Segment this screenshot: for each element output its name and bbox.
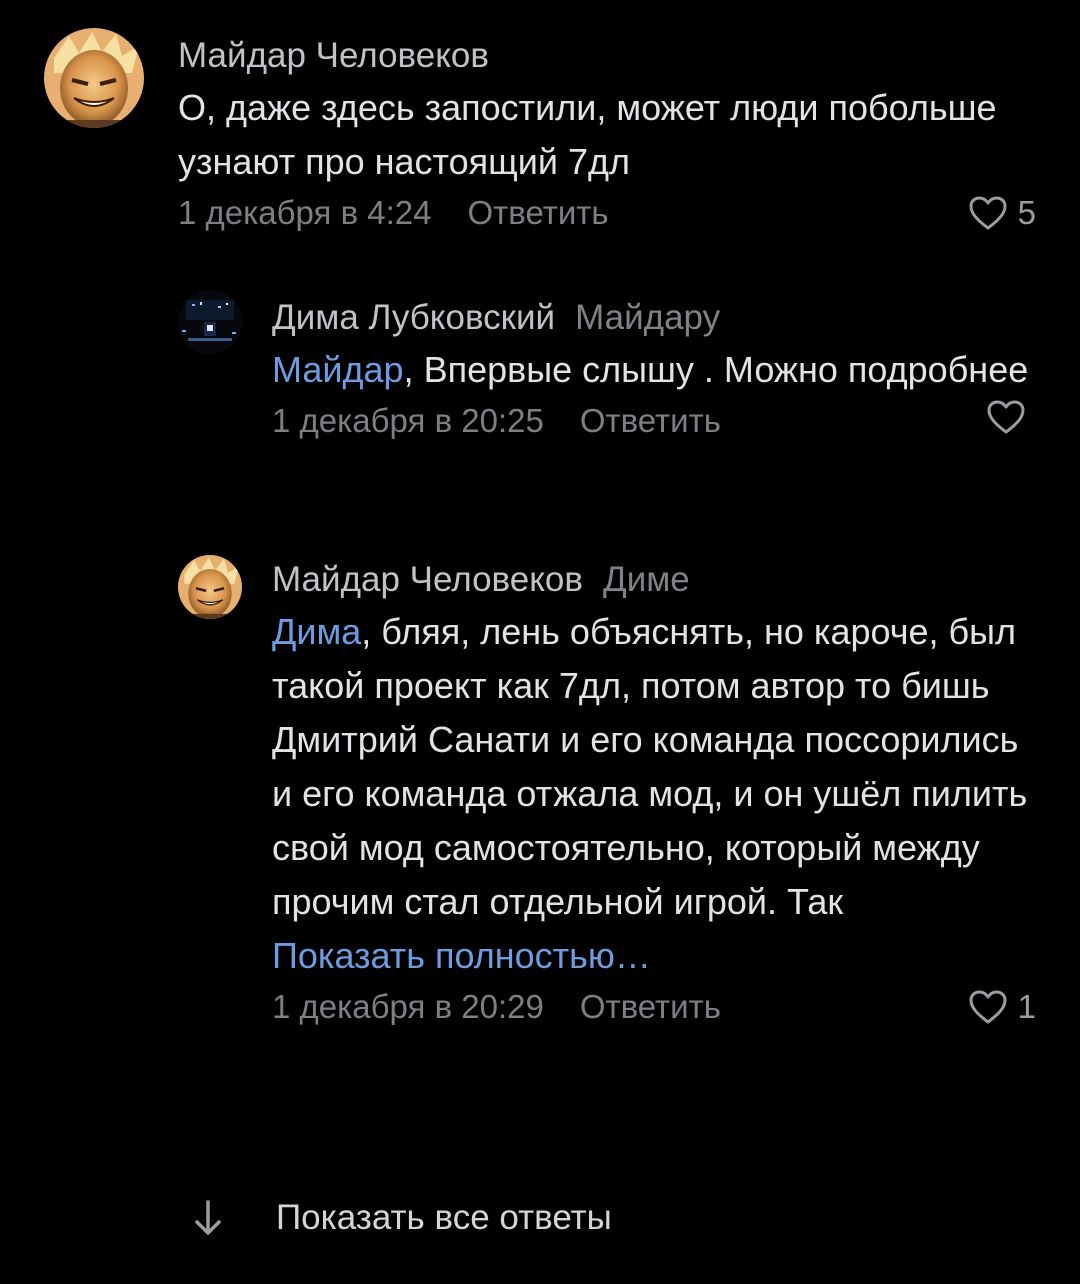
- mention-link[interactable]: Майдар: [272, 349, 404, 390]
- comment-author[interactable]: Майдар Человеков: [178, 36, 489, 75]
- comment-meta: 1 декабря в 4:24 Ответить 5: [178, 191, 1036, 235]
- avatar[interactable]: [44, 28, 144, 128]
- reply-button[interactable]: Ответить: [580, 988, 721, 1025]
- heart-outline-icon: [987, 400, 1025, 434]
- mention-link[interactable]: Дима: [272, 611, 361, 652]
- comment-text: Дима, бляя, лень объяснять, но кароче, б…: [272, 611, 1028, 976]
- avatar[interactable]: [178, 290, 242, 354]
- reply-button[interactable]: Ответить: [468, 194, 609, 231]
- comment-author[interactable]: Дима Лубковский: [272, 298, 555, 337]
- heart-outline-icon: [969, 196, 1007, 230]
- comment-author[interactable]: Майдар Человеков: [272, 560, 583, 599]
- comment-text: О, даже здесь запостили, может люди побо…: [178, 87, 997, 182]
- like-button[interactable]: [986, 399, 1036, 435]
- comment-meta: 1 декабря в 20:29 Ответить 1: [272, 985, 1036, 1029]
- avatar-image: [44, 28, 144, 128]
- like-button[interactable]: 5: [968, 191, 1036, 235]
- comment-time: 1 декабря в 20:25: [272, 402, 544, 439]
- arrow-down-icon: [195, 1200, 221, 1235]
- show-all-replies-button[interactable]: Показать все ответы: [190, 1196, 612, 1240]
- comment-meta: 1 декабря в 20:25 Ответить: [272, 399, 1036, 443]
- reply-to-label[interactable]: Майдару: [575, 298, 720, 337]
- comment-time: 1 декабря в 4:24: [178, 194, 432, 231]
- avatar-image: [178, 290, 242, 354]
- show-all-replies-label: Показать все ответы: [276, 1198, 612, 1237]
- reply-button[interactable]: Ответить: [580, 402, 721, 439]
- comment-text: Майдар, Впервые слышу . Можно подробнее: [272, 349, 1029, 390]
- like-count: 5: [1017, 194, 1036, 231]
- reply-to-label[interactable]: Диме: [603, 560, 690, 599]
- show-more-link[interactable]: Показать полностью…: [272, 935, 651, 976]
- like-count: 1: [1017, 988, 1036, 1025]
- avatar[interactable]: [178, 555, 242, 619]
- heart-outline-icon: [969, 990, 1007, 1024]
- like-button[interactable]: 1: [968, 985, 1036, 1029]
- comment-time: 1 декабря в 20:29: [272, 988, 544, 1025]
- avatar-image: [178, 555, 242, 619]
